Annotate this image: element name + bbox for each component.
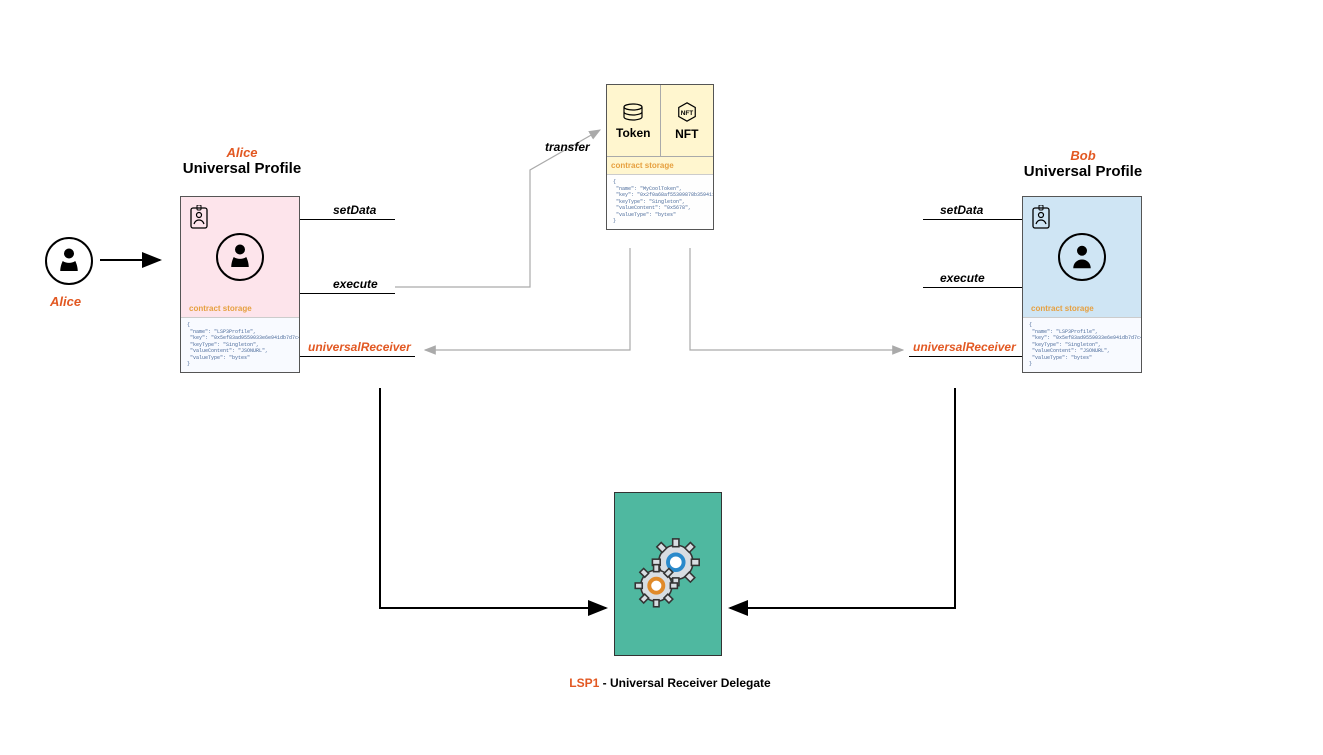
bob-execute-line <box>923 287 1022 288</box>
bob-ur-line <box>909 356 1022 357</box>
alice-profile-box: contract storage { "name": "LSP3Profile"… <box>180 196 300 373</box>
token-nft-box: Token NFT NFT contract storage { "name":… <box>606 84 714 230</box>
bob-setdata-line <box>923 219 1022 220</box>
alice-ur-line <box>300 356 415 357</box>
transfer-label: transfer <box>545 140 590 154</box>
alice-profile-title: Alice Universal Profile <box>142 145 342 177</box>
id-badge-icon <box>1031 205 1051 229</box>
alice-actor-label: Alice <box>50 294 81 309</box>
token-code-block: { "name": "MyCoolToken", "key": "0x2f0a6… <box>607 174 713 229</box>
alice-actor-avatar <box>45 237 93 285</box>
id-badge-icon <box>189 205 209 229</box>
alice-execute-line <box>300 293 395 294</box>
gears-icon <box>629 535 707 613</box>
delegate-caption: LSP1 - Universal Receiver Delegate <box>560 676 780 690</box>
bob-profile-box: contract storage { "name": "LSP3Profile"… <box>1022 196 1142 373</box>
person-female-icon <box>54 246 84 276</box>
alice-avatar-icon <box>216 233 264 281</box>
bob-code-block: { "name": "LSP3Profile", "key": "0x5ef83… <box>1023 317 1141 372</box>
nft-hex-icon: NFT <box>676 101 698 123</box>
bob-avatar-icon <box>1058 233 1106 281</box>
alice-setdata-line <box>300 219 395 220</box>
alice-execute-label: execute <box>333 277 378 291</box>
bob-execute-label: execute <box>940 271 985 285</box>
alice-ur-label: universalReceiver <box>308 340 411 354</box>
alice-code-block: { "name": "LSP3Profile", "key": "0x5ef83… <box>181 317 299 372</box>
svg-text:NFT: NFT <box>681 109 694 116</box>
alice-setdata-label: setData <box>333 203 376 217</box>
bob-setdata-label: setData <box>940 203 983 217</box>
delegate-box <box>614 492 722 656</box>
bob-profile-title: Bob Universal Profile <box>983 148 1183 180</box>
coins-icon <box>621 102 645 122</box>
bob-ur-label: universalReceiver <box>913 340 1016 354</box>
